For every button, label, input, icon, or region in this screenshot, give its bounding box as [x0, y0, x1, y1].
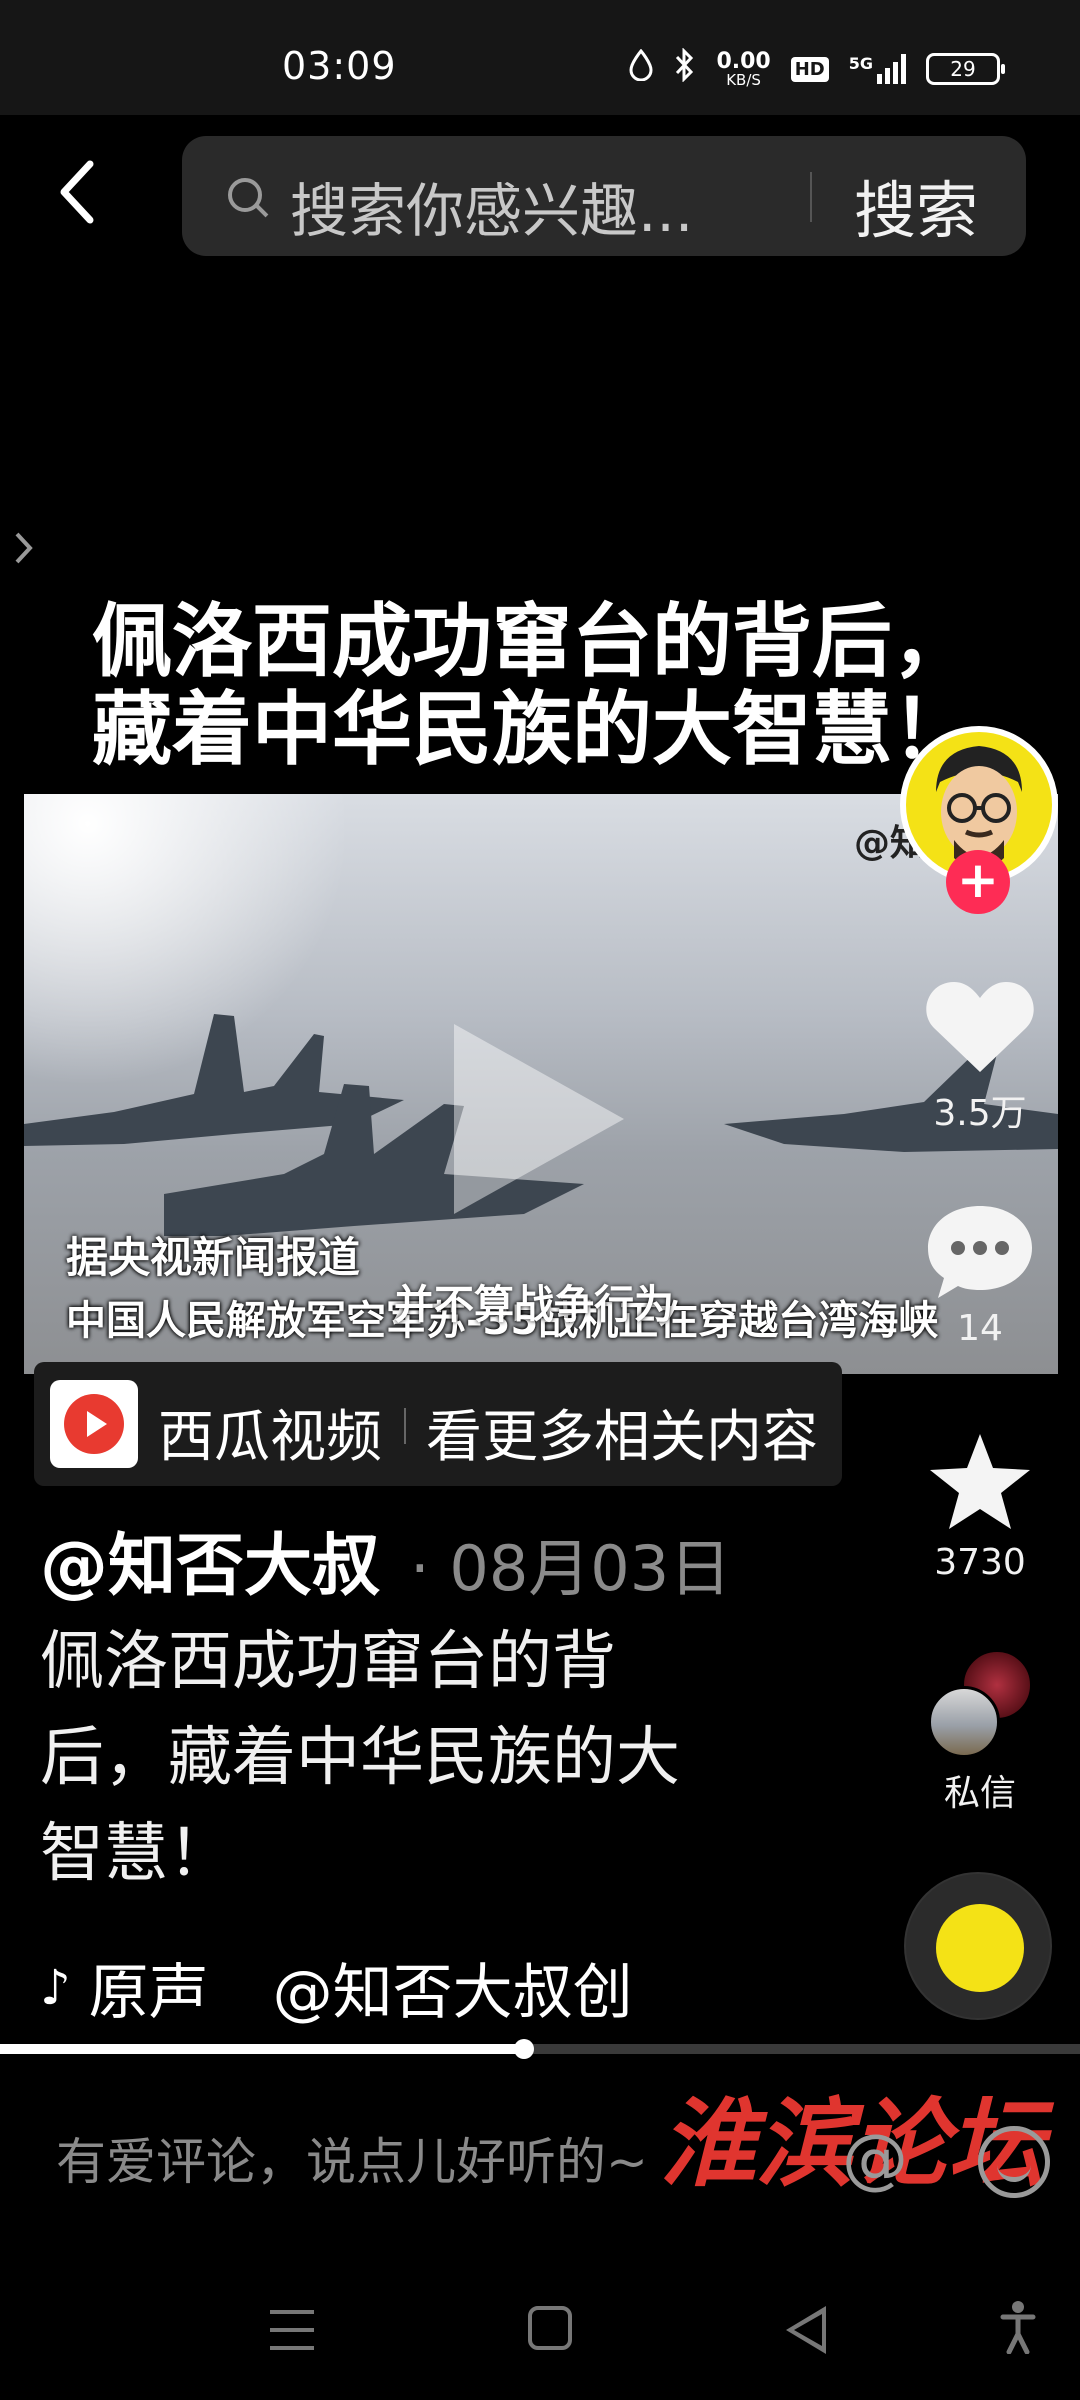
heart-icon	[926, 982, 1034, 1072]
search-icon	[228, 178, 262, 212]
comment-input[interactable]: 有爱评论，说点儿好听的~	[56, 2122, 648, 2194]
like-count: 3.5万	[933, 1093, 1027, 1134]
chevron-right-icon[interactable]	[14, 530, 34, 574]
hd-badge: HD	[790, 56, 829, 82]
video-title-line1: 佩洛西成功窜台的背后，	[92, 595, 972, 688]
drop-icon	[628, 48, 654, 89]
xigua-name: 西瓜视频	[158, 1405, 382, 1470]
accessibility-icon[interactable]	[1000, 2300, 1036, 2367]
signal-icon: 5G	[849, 54, 906, 84]
network-speed: 0.00 KB/S	[716, 48, 771, 89]
progress-fill	[0, 2044, 524, 2054]
post-date: · 08月03日	[410, 1532, 732, 1605]
dm-label: 私信	[943, 1773, 1016, 1814]
net-speed-value: 0.00	[716, 48, 771, 74]
play-icon[interactable]	[454, 1024, 624, 1214]
net-speed-unit: KB/S	[726, 70, 761, 89]
comment-count: 14	[957, 1308, 1003, 1349]
battery-icon: 29	[926, 53, 1005, 85]
follow-button[interactable]: +	[946, 850, 1010, 914]
music-note-icon: ♪	[40, 1959, 71, 2016]
dm-avatar-2	[928, 1686, 1000, 1758]
author-name[interactable]: @知否大叔	[40, 1510, 380, 1609]
xigua-banner[interactable]: 西瓜视频 看更多相关内容	[34, 1362, 842, 1486]
like-button[interactable]: 3.5万	[920, 976, 1040, 1136]
xigua-more-link[interactable]: 看更多相关内容	[426, 1392, 818, 1473]
progress-thumb[interactable]	[513, 2039, 534, 2059]
dm-avatars	[920, 1650, 1040, 1760]
comment-bubble-icon	[928, 1206, 1032, 1298]
favorite-count: 3730	[934, 1542, 1026, 1583]
music-disc[interactable]	[904, 1872, 1052, 2020]
video-caption-overlay: 并不算战争行为	[394, 1282, 674, 1328]
search-divider	[810, 172, 812, 222]
video-title: 佩洛西成功窜台的背后， 藏着中华民族的大智慧！	[92, 598, 992, 774]
xigua-divider	[404, 1408, 406, 1444]
music-row[interactable]: ♪ 原声 @知否大叔创	[40, 1944, 633, 2031]
bluetooth-icon	[674, 47, 696, 90]
comment-button[interactable]: 14	[920, 1200, 1040, 1349]
video-player[interactable]: @知 据央视新闻报道 中国人民解放军空军苏-35战机正在穿越台湾海峡 并不算战争…	[24, 794, 1058, 1374]
status-icons: 0.00 KB/S HD 5G 29	[628, 47, 1005, 90]
search-input[interactable]: 搜索你感兴趣...	[290, 164, 693, 248]
music-label: 原声	[88, 1958, 209, 2028]
video-caption-1: 据央视新闻报道	[66, 1233, 361, 1282]
video-title-line2: 藏着中华民族的大智慧！	[92, 683, 972, 776]
back-triangle-icon[interactable]	[786, 2306, 826, 2354]
search-box[interactable]: 搜索你感兴趣... 搜索	[182, 136, 1026, 256]
network-type: 5G	[848, 54, 873, 73]
chevron-left-icon	[60, 160, 94, 224]
video-progress-bar[interactable]	[0, 2039, 1080, 2059]
at-icon[interactable]: @	[842, 2120, 908, 2197]
post-description: 佩洛西成功窜台的背后，藏着中华民族的大智慧！	[40, 1625, 680, 1891]
xigua-logo-icon	[50, 1380, 138, 1468]
emoji-icon[interactable]	[978, 2126, 1050, 2198]
status-time: 03:09	[282, 44, 397, 88]
status-bar: 03:09 0.00 KB/S HD 5G 29	[0, 0, 1080, 115]
search-button[interactable]: 搜索	[854, 160, 978, 250]
system-nav-bar	[0, 2250, 1080, 2400]
home-icon[interactable]	[528, 2306, 572, 2350]
music-disc-avatar	[936, 1904, 1024, 1992]
dm-button[interactable]: 私信	[920, 1650, 1040, 1816]
menu-icon[interactable]	[270, 2310, 314, 2350]
back-button[interactable]	[56, 160, 116, 230]
music-creator: @知否大叔创	[272, 1958, 633, 2028]
favorite-button[interactable]: 3730	[920, 1430, 1040, 1583]
star-icon	[930, 1434, 1030, 1529]
